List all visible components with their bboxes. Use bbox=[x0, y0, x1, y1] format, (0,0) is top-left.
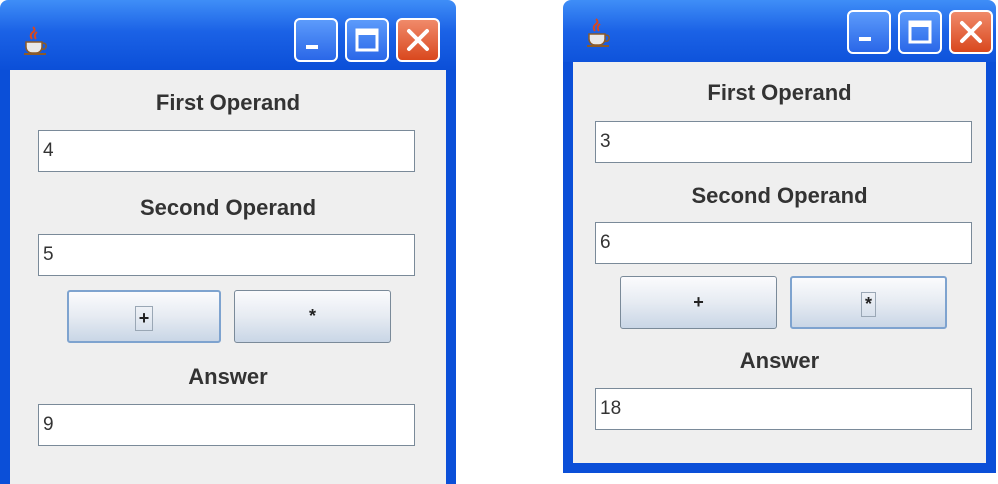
calculator-window-1: First Operand 4 Second Operand 5 + * Ans… bbox=[0, 0, 456, 484]
title-bar[interactable] bbox=[563, 0, 996, 70]
minimize-icon bbox=[306, 45, 318, 49]
minimize-icon bbox=[859, 37, 871, 41]
first-operand-label: First Operand bbox=[155, 90, 301, 115]
answer-label: Answer bbox=[188, 364, 268, 389]
title-bar[interactable] bbox=[0, 0, 456, 70]
first-operand-field[interactable]: 4 bbox=[38, 130, 415, 172]
java-cup-icon bbox=[24, 26, 47, 55]
second-operand-field[interactable]: 6 bbox=[595, 222, 972, 264]
maximize-icon bbox=[908, 20, 932, 44]
add-button[interactable]: + bbox=[67, 290, 221, 343]
close-button[interactable] bbox=[396, 18, 440, 62]
java-cup-icon bbox=[587, 18, 610, 47]
answer-field[interactable]: 18 bbox=[595, 388, 972, 430]
second-operand-label: Second Operand bbox=[139, 195, 317, 220]
minimize-button[interactable] bbox=[294, 18, 338, 62]
maximize-button[interactable] bbox=[345, 18, 389, 62]
close-button[interactable] bbox=[949, 10, 993, 54]
minimize-button[interactable] bbox=[847, 10, 891, 54]
window-frame: First Operand 3 Second Operand 6 + * Ans… bbox=[563, 62, 996, 473]
maximize-icon bbox=[355, 28, 379, 52]
multiply-button[interactable]: * bbox=[790, 276, 947, 329]
maximize-button[interactable] bbox=[898, 10, 942, 54]
multiply-button-label: * bbox=[308, 306, 316, 326]
second-operand-field[interactable]: 5 bbox=[38, 234, 415, 276]
calculator-window-2: First Operand 3 Second Operand 6 + * Ans… bbox=[563, 0, 996, 473]
add-button-label: + bbox=[693, 292, 704, 312]
second-operand-label: Second Operand bbox=[691, 183, 868, 208]
answer-label: Answer bbox=[739, 348, 820, 373]
close-icon bbox=[960, 21, 982, 43]
multiply-button-label: * bbox=[860, 292, 876, 317]
add-button-label: + bbox=[134, 306, 154, 331]
first-operand-label: First Operand bbox=[707, 80, 852, 105]
add-button[interactable]: + bbox=[620, 276, 777, 329]
content-pane: First Operand 3 Second Operand 6 + * Ans… bbox=[573, 62, 986, 463]
close-icon bbox=[407, 29, 429, 51]
multiply-button[interactable]: * bbox=[234, 290, 391, 343]
first-operand-field[interactable]: 3 bbox=[595, 121, 972, 163]
content-pane: First Operand 4 Second Operand 5 + * Ans… bbox=[10, 70, 446, 484]
answer-field[interactable]: 9 bbox=[38, 404, 415, 446]
window-frame: First Operand 4 Second Operand 5 + * Ans… bbox=[0, 70, 456, 484]
